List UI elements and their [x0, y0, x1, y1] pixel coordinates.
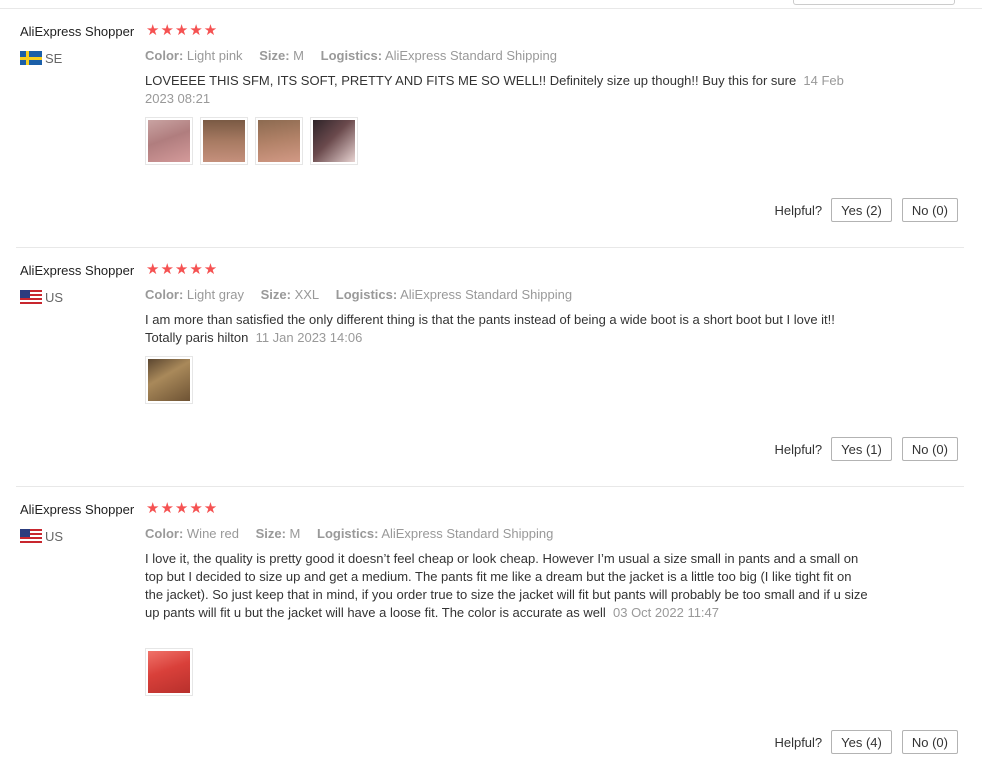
- review-item: AliExpress Shopper ★★★★★ US Color: Wine …: [0, 500, 982, 762]
- color-value: Light pink: [186, 48, 243, 63]
- logistics-value: AliExpress Standard Shipping: [384, 48, 557, 63]
- reviewer-country: US: [20, 289, 63, 305]
- size-label: Size:: [259, 48, 290, 63]
- review-divider: [16, 247, 964, 248]
- country-code: US: [45, 289, 64, 305]
- review-photos: [145, 356, 200, 404]
- country-code: US: [45, 528, 64, 544]
- size-value: M: [293, 48, 304, 63]
- reviewer-country: SE: [20, 50, 62, 66]
- size-label: Size:: [260, 287, 291, 302]
- helpful-label: Helpful?: [774, 441, 823, 457]
- helpful-vote: Helpful? Yes (4) No (0): [774, 730, 958, 754]
- rating-stars: ★★★★★: [146, 500, 219, 517]
- helpful-yes-button[interactable]: Yes (4): [831, 730, 892, 754]
- rating-stars: ★★★★★: [146, 22, 219, 39]
- color-label: Color:: [145, 287, 184, 302]
- review-text: LOVEEEE THIS SFM, ITS SOFT, PRETTY AND F…: [145, 73, 797, 88]
- logistics-value: AliExpress Standard Shipping: [400, 287, 573, 302]
- review-content: LOVEEEE THIS SFM, ITS SOFT, PRETTY AND F…: [145, 72, 870, 108]
- helpful-yes-button[interactable]: Yes (2): [831, 198, 892, 222]
- review-photo-1[interactable]: [145, 648, 193, 696]
- review-photo-1[interactable]: [145, 356, 193, 404]
- helpful-vote: Helpful? Yes (2) No (0): [774, 198, 958, 222]
- reviewer-country: US: [20, 528, 63, 544]
- review-content: I love it, the quality is pretty good it…: [145, 550, 870, 622]
- sort-dropdown[interactable]: [793, 0, 955, 5]
- review-date: 03 Oct 2022 11:47: [613, 605, 720, 620]
- color-value: Wine red: [186, 526, 239, 541]
- helpful-vote: Helpful? Yes (1) No (0): [774, 437, 958, 461]
- reviewer-name: AliExpress Shopper: [20, 24, 135, 39]
- review-divider: [16, 486, 964, 487]
- logistics-label: Logistics:: [317, 526, 379, 541]
- top-divider: [0, 8, 982, 9]
- review-photo-2[interactable]: [200, 117, 248, 165]
- flag-usa-icon: [20, 290, 42, 304]
- logistics-label: Logistics:: [335, 287, 398, 302]
- review-content: I am more than satisfied the only differ…: [145, 311, 870, 347]
- logistics-label: Logistics:: [320, 48, 383, 63]
- review-photos: [145, 117, 365, 165]
- review-photo-3[interactable]: [255, 117, 303, 165]
- review-photo-1[interactable]: [145, 117, 193, 165]
- review-text: I love it, the quality is pretty good it…: [145, 551, 868, 620]
- reviewer-name: AliExpress Shopper: [20, 502, 135, 517]
- rating-stars: ★★★★★: [146, 261, 219, 278]
- size-value: XXL: [294, 287, 320, 302]
- size-value: M: [289, 526, 301, 541]
- flag-usa-icon: [20, 529, 42, 543]
- logistics-value: AliExpress Standard Shipping: [381, 526, 554, 541]
- helpful-label: Helpful?: [774, 202, 823, 218]
- helpful-yes-button[interactable]: Yes (1): [831, 437, 892, 461]
- helpful-no-button[interactable]: No (0): [901, 437, 958, 461]
- color-label: Color:: [145, 48, 184, 63]
- review-date: 11 Jan 2023 14:06: [255, 330, 363, 345]
- review-item: AliExpress Shopper ★★★★★ SE Color: Light…: [0, 22, 982, 224]
- color-label: Color:: [145, 526, 184, 541]
- review-item: AliExpress Shopper ★★★★★ US Color: Light…: [0, 261, 982, 463]
- reviewer-name: AliExpress Shopper: [20, 263, 135, 278]
- review-photo-4[interactable]: [310, 117, 358, 165]
- review-sku-info: Color: Light gray Size: XXL Logistics: A…: [145, 287, 585, 303]
- helpful-no-button[interactable]: No (0): [901, 730, 958, 754]
- review-sku-info: Color: Light pink Size: M Logistics: Ali…: [145, 48, 570, 64]
- helpful-label: Helpful?: [774, 734, 823, 750]
- review-photos: [145, 648, 200, 696]
- helpful-no-button[interactable]: No (0): [901, 198, 958, 222]
- flag-sweden-icon: [20, 51, 42, 65]
- color-value: Light gray: [186, 287, 244, 302]
- review-sku-info: Color: Wine red Size: M Logistics: AliEx…: [145, 526, 566, 542]
- country-code: SE: [45, 50, 63, 66]
- review-text: I am more than satisfied the only differ…: [145, 312, 835, 345]
- size-label: Size:: [255, 526, 286, 541]
